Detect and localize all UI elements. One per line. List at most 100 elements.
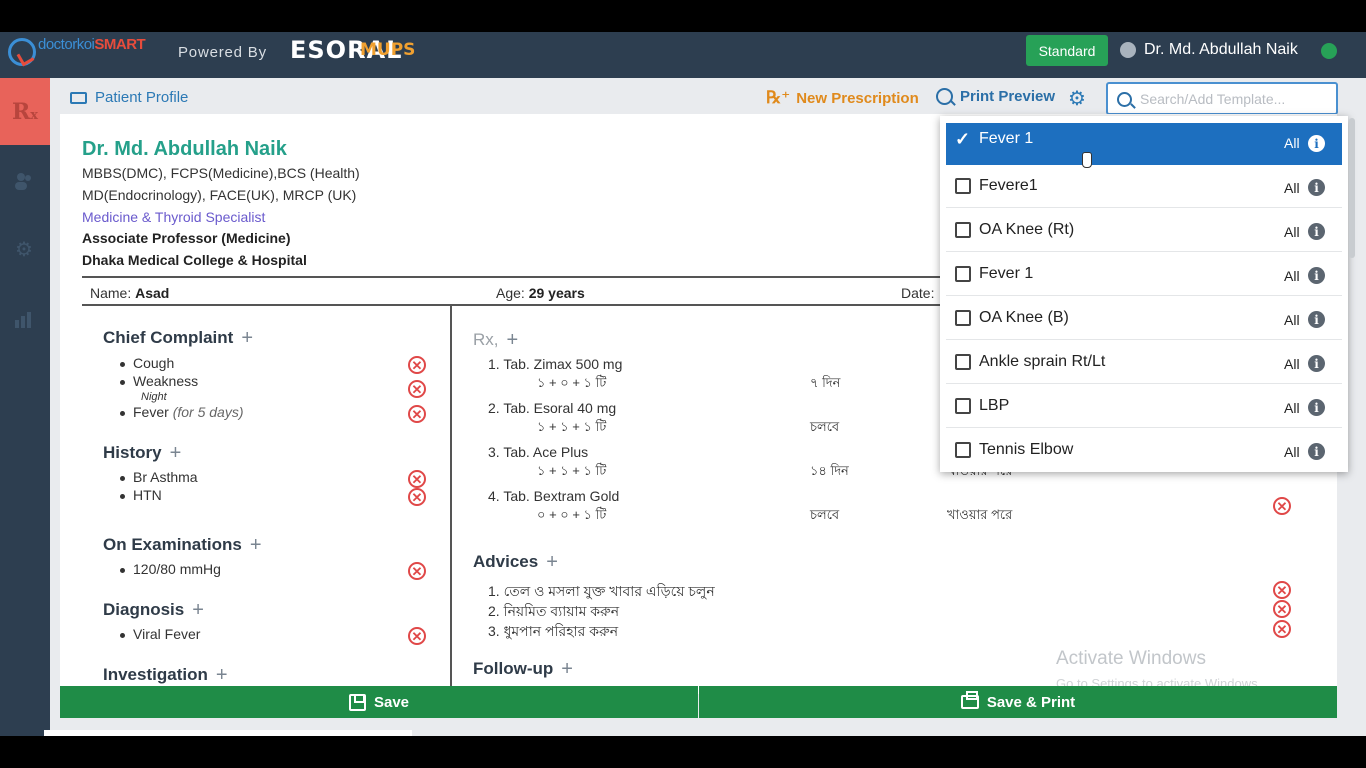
checkbox[interactable] xyxy=(955,354,971,370)
info-icon[interactable]: i xyxy=(1308,223,1325,240)
info-icon[interactable]: i xyxy=(1308,135,1325,152)
sidebar-item-patients[interactable] xyxy=(13,170,35,192)
remove-medicine-button[interactable]: ✕ xyxy=(1273,497,1291,515)
template-option[interactable]: OA Knee (B) All i xyxy=(946,298,1342,340)
advices-header: Advices + xyxy=(473,552,558,572)
template-option-label: OA Knee (B) xyxy=(979,309,1069,326)
add-followup-button[interactable]: + xyxy=(561,659,573,679)
info-icon[interactable]: i xyxy=(1308,267,1325,284)
app-logo[interactable]: doctorkoiSMART xyxy=(8,36,146,72)
prescription-date[interactable]: Date: xyxy=(901,285,934,301)
template-scope: All xyxy=(1284,356,1300,372)
top-bar: doctorkoiSMART Powered By ESORAL MUPS St… xyxy=(0,32,1366,78)
info-icon[interactable]: i xyxy=(1308,311,1325,328)
template-option[interactable]: Fever 1 All i xyxy=(946,254,1342,296)
remove-complaint-button[interactable]: ✕ xyxy=(408,405,426,423)
examination-item: 120/80 mmHg xyxy=(133,561,221,577)
remove-complaint-button[interactable]: ✕ xyxy=(408,356,426,374)
add-advice-button[interactable]: + xyxy=(546,552,558,572)
activation-watermark: Activate Windows xyxy=(1056,648,1206,669)
sidebar-item-reports[interactable] xyxy=(13,308,35,330)
checkbox[interactable] xyxy=(955,398,971,414)
save-icon xyxy=(348,693,366,711)
user-icon xyxy=(1120,42,1136,58)
remove-complaint-button[interactable]: ✕ xyxy=(408,380,426,398)
remove-history-button[interactable]: ✕ xyxy=(408,488,426,506)
rx-header: Rx, + xyxy=(473,330,518,350)
add-examination-button[interactable]: + xyxy=(250,535,262,555)
template-scope: All xyxy=(1284,135,1300,151)
remove-diagnosis-button[interactable]: ✕ xyxy=(408,627,426,645)
sidebar-item-prescription[interactable]: Rx xyxy=(0,78,50,145)
diagnosis-header: Diagnosis + xyxy=(103,600,204,620)
checkbox[interactable] xyxy=(955,442,971,458)
medicine-instruction: খাওয়ার পরে xyxy=(947,507,1013,522)
template-option[interactable]: LBP All i xyxy=(946,386,1342,428)
settings-gear-icon[interactable]: ⚙ xyxy=(1068,86,1086,111)
page-scrollbar[interactable] xyxy=(1349,118,1355,258)
diagnosis-item: Viral Fever xyxy=(133,626,201,642)
sidebar: Rx ⚙ xyxy=(0,78,50,736)
save-label: Save xyxy=(373,693,410,711)
plan-button[interactable]: Standard xyxy=(1026,35,1108,66)
template-dropdown: ✓ Fever 1 All i Fevere1 All i OA Knee (R… xyxy=(940,116,1348,472)
template-option-label: Tennis Elbow xyxy=(979,441,1074,458)
template-option[interactable]: ✓ Fever 1 All i xyxy=(946,123,1342,165)
info-icon[interactable]: i xyxy=(1308,355,1325,372)
template-option[interactable]: Fevere1 All i xyxy=(946,166,1342,208)
patient-age-label: Age: xyxy=(496,285,525,301)
history-item: Br Asthma xyxy=(133,469,198,485)
info-icon[interactable]: i xyxy=(1308,443,1325,460)
medicine-name[interactable]: 4. Tab. Bextram Gold xyxy=(488,488,619,504)
preview-icon xyxy=(936,88,953,105)
bullet xyxy=(120,494,125,499)
add-investigation-button[interactable]: + xyxy=(216,665,228,685)
horizontal-scrollbar[interactable] xyxy=(44,730,412,736)
checkbox[interactable] xyxy=(955,310,971,326)
doctor-degrees-2: MD(Endocrinology), FACE(UK), MRCP (UK) xyxy=(82,187,357,203)
patient-age[interactable]: Age: 29 years xyxy=(496,285,585,301)
remove-advice-button[interactable]: ✕ xyxy=(1273,600,1291,618)
template-search[interactable] xyxy=(1106,82,1338,115)
rx-title: Rx, xyxy=(473,330,499,349)
examinations-title: On Examinations xyxy=(103,535,242,554)
template-option[interactable]: Tennis Elbow All i xyxy=(946,430,1342,472)
remove-history-button[interactable]: ✕ xyxy=(408,470,426,488)
medicine-name[interactable]: 1. Tab. Zimax 500 mg xyxy=(488,356,622,372)
add-history-button[interactable]: + xyxy=(170,443,182,463)
medicine-duration: চলবে xyxy=(810,507,840,522)
save-print-button[interactable]: Save & Print xyxy=(699,686,1337,718)
new-prescription-button[interactable]: ℞⁺ New Prescription xyxy=(766,88,919,108)
bullet xyxy=(120,380,125,385)
medicine-duration: ১৪ দিন xyxy=(810,463,849,478)
info-icon[interactable]: i xyxy=(1308,399,1325,416)
remove-examination-button[interactable]: ✕ xyxy=(408,562,426,580)
complaint-item: Weakness xyxy=(133,373,199,389)
add-medicine-button[interactable]: + xyxy=(507,330,519,350)
medicine-duration: চলবে xyxy=(810,419,840,434)
checkbox[interactable] xyxy=(955,222,971,238)
add-diagnosis-button[interactable]: + xyxy=(192,600,204,620)
logo-accent: SMART xyxy=(94,36,146,53)
print-preview-button[interactable]: Print Preview xyxy=(936,88,1055,105)
powered-by-label: Powered By xyxy=(178,44,267,61)
remove-advice-button[interactable]: ✕ xyxy=(1273,581,1291,599)
patient-profile-link[interactable]: Patient Profile xyxy=(70,89,188,106)
sidebar-item-settings[interactable]: ⚙ xyxy=(13,238,35,261)
user-name[interactable]: Dr. Md. Abdullah Naik xyxy=(1144,41,1298,59)
checkbox[interactable] xyxy=(955,178,971,194)
template-option[interactable]: Ankle sprain Rt/Lt All i xyxy=(946,342,1342,384)
info-icon[interactable]: i xyxy=(1308,179,1325,196)
advice-item: 3. ধুমপান পরিহার করুন xyxy=(488,623,619,639)
remove-advice-button[interactable]: ✕ xyxy=(1273,620,1291,638)
template-search-input[interactable] xyxy=(1140,89,1330,109)
medicine-name[interactable]: 3. Tab. Ace Plus xyxy=(488,444,588,460)
advices-title: Advices xyxy=(473,552,539,571)
patient-name[interactable]: Name: Asad xyxy=(90,285,169,301)
checkbox[interactable] xyxy=(955,266,971,282)
medicine-name[interactable]: 2. Tab. Esoral 40 mg xyxy=(488,400,616,416)
medicine-dose: ০ + ০ + ১ টি xyxy=(537,507,607,522)
template-option[interactable]: OA Knee (Rt) All i xyxy=(946,210,1342,252)
save-button[interactable]: Save xyxy=(60,686,698,718)
add-chief-complaint-button[interactable]: + xyxy=(241,328,253,348)
